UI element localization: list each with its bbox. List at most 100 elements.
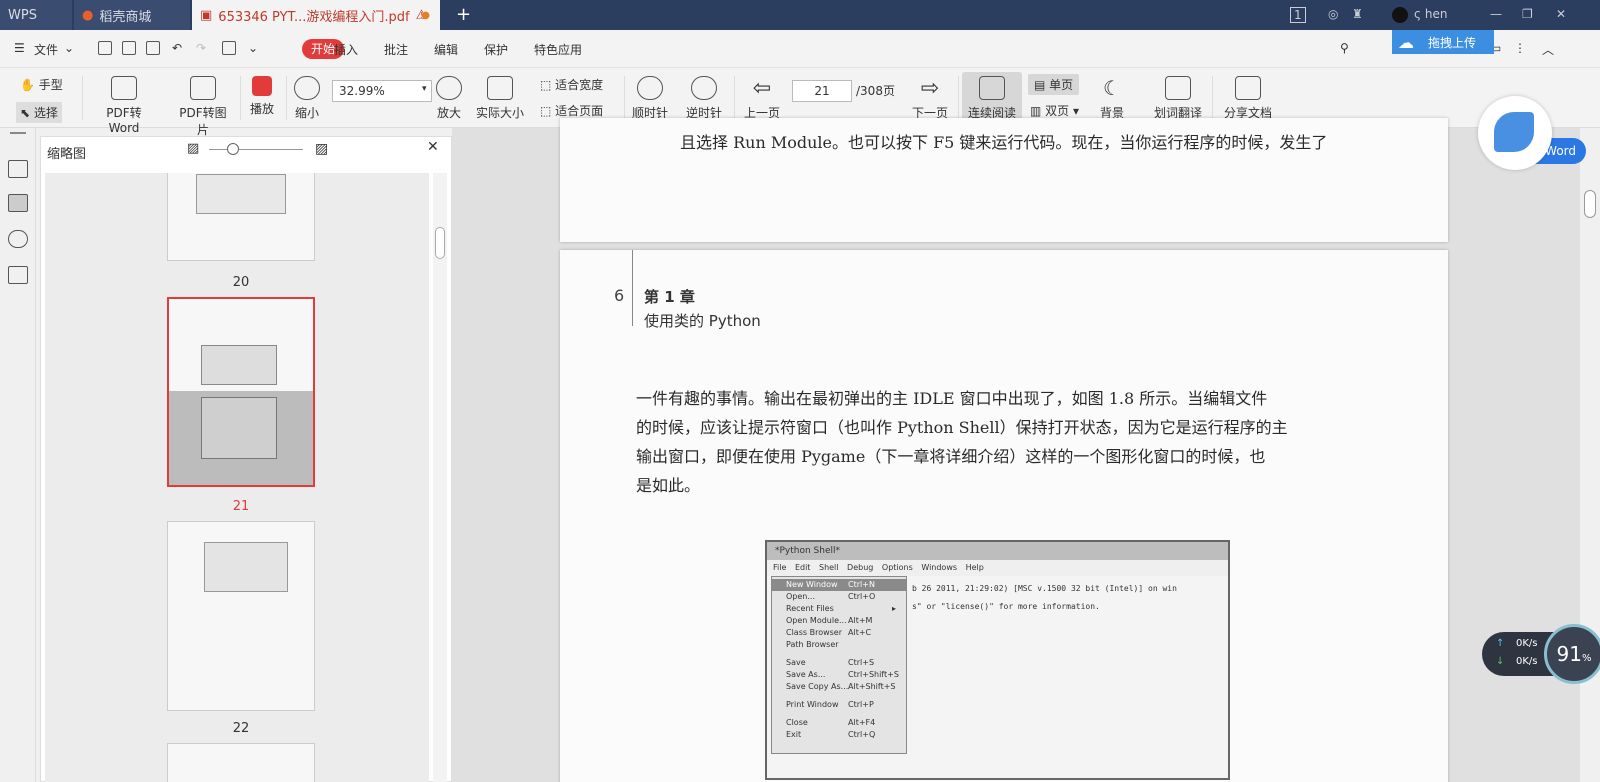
hamburger-icon[interactable]: ☰ <box>14 41 25 55</box>
next-page-button[interactable]: ⇨ 下一页 <box>910 76 950 121</box>
close-icon[interactable]: ✕ <box>1556 7 1566 21</box>
assistant-bird-icon[interactable] <box>1478 96 1552 170</box>
hand-tool-button[interactable]: ✋ 手型 <box>20 76 63 93</box>
figure-menu-item: Path Browser <box>772 639 906 651</box>
collapse-icon[interactable]: ︿ <box>1542 41 1554 58</box>
menu-annotate[interactable]: 批注 <box>384 41 408 58</box>
page-previous: 且选择 Run Module。也可以按下 F5 键来运行代码。现在，当你运行程序… <box>560 118 1448 242</box>
print-icon[interactable] <box>146 41 160 55</box>
sync-icon[interactable]: ◎ <box>1328 7 1338 21</box>
thumbnail-page-22[interactable] <box>167 521 315 711</box>
slider-knob[interactable] <box>227 143 239 155</box>
scrollbar-thumb[interactable] <box>1584 190 1596 218</box>
single-page-button[interactable]: ▤ 单页 <box>1028 74 1080 95</box>
annotation-icon[interactable] <box>8 266 28 284</box>
zoom-out-button[interactable]: 缩小 <box>292 76 322 121</box>
actual-size-button[interactable]: 实际大小 <box>472 76 528 121</box>
shell-line: b 26 2011, 21:29:02) [MSC v.1500 32 bit … <box>912 584 1177 593</box>
pdf-to-image-button[interactable]: PDF转图片 <box>174 76 232 138</box>
figure-menu-item: Save Ctrl+S <box>772 657 906 669</box>
redo-icon[interactable]: ↷ <box>196 41 206 55</box>
memory-gauge[interactable]: 91% <box>1544 624 1600 684</box>
upload-arrow-icon: ↑ <box>1496 638 1505 649</box>
figure-menu: Shell <box>818 563 839 572</box>
tab-shop[interactable]: ● 稻壳商城 <box>74 0 190 30</box>
rotate-cw-button[interactable]: 顺时针 <box>630 76 670 121</box>
thumbnail-page-21[interactable] <box>167 297 315 487</box>
tab-wps[interactable]: WPS <box>0 0 72 30</box>
window-count-badge[interactable]: 1 <box>1290 7 1306 23</box>
zoom-input[interactable]: 32.99% <box>332 80 432 102</box>
actual-size-icon <box>487 76 513 100</box>
tab-close-dot[interactable]: ● <box>421 10 430 21</box>
separator <box>1212 76 1213 120</box>
menu-insert[interactable]: 插入 <box>334 41 358 58</box>
small-thumb-icon[interactable]: ▨ <box>187 141 199 156</box>
undo-icon[interactable]: ↶ <box>172 41 182 55</box>
skin-icon[interactable]: ♜ <box>1352 7 1363 21</box>
translate-button[interactable]: 划词翻译 <box>1152 76 1204 121</box>
more-icon[interactable]: ⋮ <box>1514 41 1526 55</box>
fit-page-button[interactable]: ⬚ 适合页面 <box>540 102 603 119</box>
rotate-ccw-button[interactable]: 逆时针 <box>684 76 724 121</box>
quick-access-chevron-icon[interactable]: ⌄ <box>248 41 258 55</box>
figure-menu: File <box>773 563 787 572</box>
left-sidebar <box>0 128 36 782</box>
item-key: Alt+C <box>848 628 872 637</box>
thumbnail-page-20[interactable] <box>167 173 315 261</box>
separator <box>958 76 959 120</box>
background-button[interactable]: ☾ 背景 <box>1094 76 1130 121</box>
save-icon[interactable] <box>122 41 136 55</box>
zoom-in-button[interactable]: 放大 <box>434 76 464 121</box>
thumbnail-icon[interactable] <box>8 194 28 212</box>
new-tab-icon[interactable]: + <box>456 4 471 25</box>
thumb-size-slider[interactable] <box>209 149 303 150</box>
chevron-down-icon[interactable]: ⌄ <box>64 41 74 55</box>
menu-edit[interactable]: 编辑 <box>434 41 458 58</box>
arrow-left-icon: ⇦ <box>752 76 772 101</box>
thumbnail-page-23[interactable] <box>167 743 315 782</box>
shell-line: s" or "license()" for more information. <box>912 602 1100 611</box>
document-view[interactable]: 且选择 Run Module。也可以按下 F5 键来运行代码。现在，当你运行程序… <box>452 118 1600 782</box>
menu-features[interactable]: 特色应用 <box>534 41 582 58</box>
large-thumb-icon[interactable]: ▨ <box>315 141 328 157</box>
upload-button[interactable]: ☁ 拖拽上传 <box>1392 30 1494 54</box>
avatar[interactable] <box>1392 7 1408 23</box>
tab-document[interactable]: ▣ 653346 PYT...游戏编程入门.pdf ⚠ ● <box>192 0 440 30</box>
minimize-icon[interactable]: — <box>1490 7 1502 21</box>
play-button[interactable]: 播放 <box>248 76 276 117</box>
double-page-button[interactable]: ▥ 双页 ▾ <box>1030 102 1079 119</box>
item-label: Save Copy As... <box>786 682 849 691</box>
bookmark-icon[interactable] <box>8 230 28 248</box>
single-page-icon: ▤ <box>1034 78 1046 92</box>
prev-page-button[interactable]: ⇦ 上一页 <box>742 76 782 121</box>
select-tool-label: 选择 <box>33 106 58 120</box>
outline-icon[interactable] <box>8 160 28 178</box>
menu-file[interactable]: 文件 <box>34 41 58 58</box>
rotate-ccw-icon <box>691 76 717 100</box>
search-icon[interactable]: ⚲ <box>1340 41 1349 55</box>
close-panel-icon[interactable]: ✕ <box>427 139 439 155</box>
scrollbar-thumb[interactable] <box>435 227 445 259</box>
figure-menu: Windows <box>921 563 958 572</box>
select-tool-button[interactable]: ⬉ 选择 <box>16 102 62 123</box>
thumbnail-panel-title: 缩略图 <box>47 147 87 162</box>
page-number-input[interactable]: 21 <box>792 80 852 102</box>
menu-protect[interactable]: 保护 <box>484 41 508 58</box>
zoom-dropdown-icon[interactable]: ▾ <box>422 84 427 94</box>
figure-menu-item: Save Copy As... Alt+Shift+S <box>772 681 906 693</box>
pdf-to-word-button[interactable]: PDF转Word <box>92 76 156 135</box>
share-button[interactable]: 分享文档 <box>1222 76 1274 121</box>
fit-width-button[interactable]: ⬚ 适合宽度 <box>540 76 603 93</box>
open-folder-icon[interactable] <box>98 41 112 55</box>
drag-handle[interactable] <box>10 132 26 134</box>
figure-menu-item: Print Window Ctrl+P <box>772 699 906 711</box>
document-scrollbar[interactable] <box>1580 128 1600 782</box>
item-label: Exit <box>786 730 802 739</box>
user-name[interactable]: ς hen <box>1414 7 1447 21</box>
separator <box>624 76 625 120</box>
convert-icon[interactable] <box>222 41 236 55</box>
restore-icon[interactable]: ❐ <box>1522 7 1533 21</box>
item-key: Ctrl+Q <box>848 730 876 739</box>
thumbnail-scrollbar[interactable] <box>433 173 447 782</box>
